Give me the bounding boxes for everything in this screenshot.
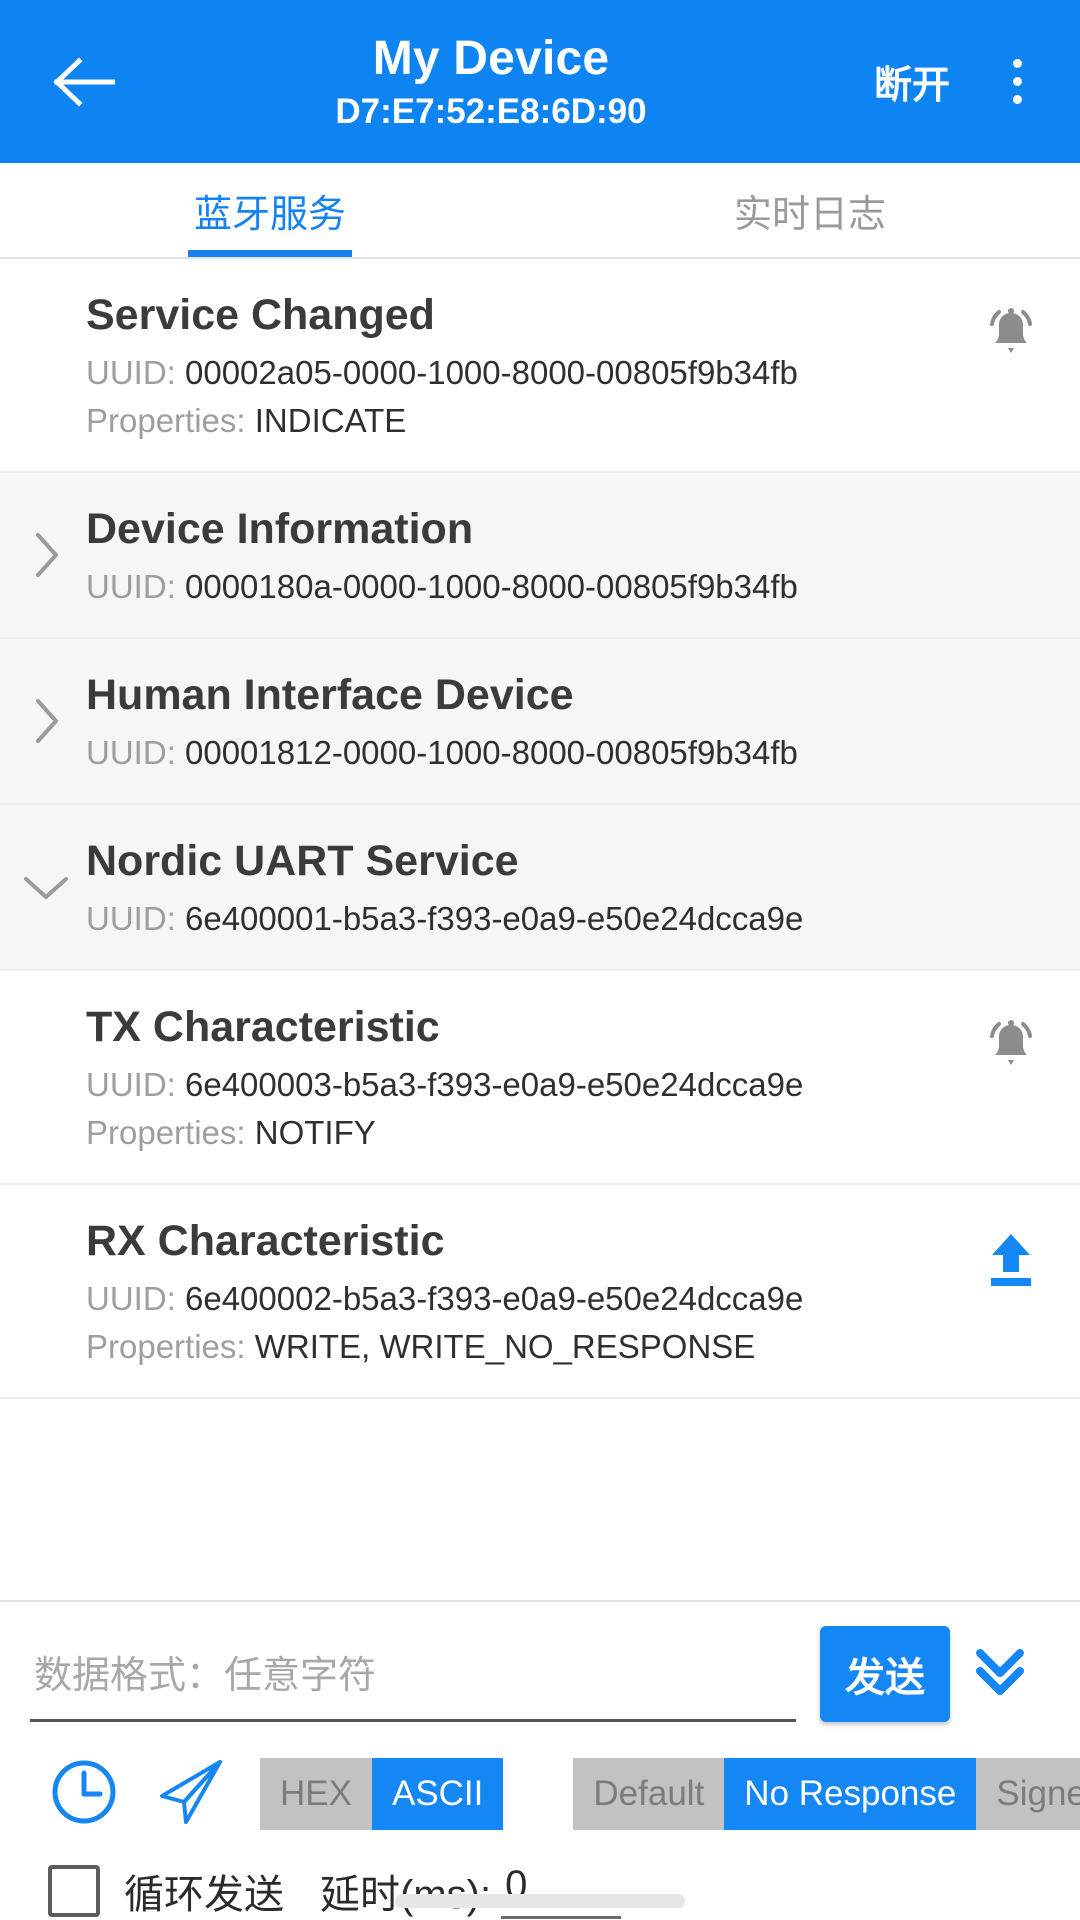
upload-icon	[982, 1230, 1040, 1295]
list-item[interactable]: RX Characteristic UUID: 6e400002-b5a3-f3…	[0, 1185, 1080, 1399]
chevron-right-icon	[22, 697, 70, 745]
write-mode-no-response[interactable]: No Response	[724, 1758, 977, 1830]
characteristic-properties: Properties: WRITE, WRITE_NO_RESPONSE	[86, 1328, 756, 1365]
notify-toggle-button[interactable]	[980, 305, 1042, 367]
list-item[interactable]: TX Characteristic UUID: 6e400003-b5a3-f3…	[0, 971, 1080, 1185]
arrow-left-icon	[53, 56, 115, 107]
input-row: 发送	[30, 1626, 1050, 1722]
notification-bell-icon	[981, 1016, 1041, 1081]
format-option-hex[interactable]: HEX	[260, 1758, 372, 1830]
list-item[interactable]: Human Interface Device UUID: 00001812-00…	[0, 639, 1080, 805]
page-title: My Device	[372, 31, 610, 85]
composer-toolbar: HEX ASCII Default No Response Signed	[30, 1722, 1080, 1838]
service-uuid: UUID: 00002a05-0000-1000-8000-00805f9b34…	[86, 354, 798, 391]
format-option-ascii[interactable]: ASCII	[371, 1758, 504, 1830]
characteristic-name: TX Characteristic	[86, 1003, 440, 1051]
data-input[interactable]	[30, 1626, 796, 1722]
clock-icon	[48, 1756, 120, 1833]
device-address: D7:E7:52:E8:6D:90	[335, 91, 647, 131]
overflow-menu-button[interactable]	[978, 34, 1056, 130]
service-list: Service Changed UUID: 00002a05-0000-1000…	[0, 259, 1080, 1600]
write-mode-signed[interactable]: Signed	[976, 1758, 1080, 1830]
service-uuid: UUID: 00001812-0000-1000-8000-00805f9b34…	[86, 734, 798, 771]
send-button[interactable]: 发送	[820, 1626, 950, 1722]
service-name: Nordic UART Service	[86, 837, 519, 885]
notification-bell-icon	[981, 304, 1041, 369]
write-mode-default[interactable]: Default	[573, 1758, 725, 1830]
loop-send-label: 循环发送	[124, 1873, 284, 1917]
tab-bluetooth-services[interactable]: 蓝牙服务	[0, 163, 540, 257]
expand-panel-button[interactable]	[950, 1626, 1050, 1722]
chevron-right-icon	[22, 531, 70, 579]
disconnect-button[interactable]: 断开	[860, 44, 964, 119]
delay-label: 延时(ms):	[320, 1862, 491, 1920]
delay-input[interactable]	[501, 1863, 622, 1919]
service-uuid: UUID: 6e400001-b5a3-f393-e0a9-e50e24dcca…	[86, 900, 804, 937]
service-name: Device Information	[86, 505, 474, 553]
format-toggle-group: HEX ASCII	[260, 1758, 504, 1830]
more-vertical-icon	[1012, 59, 1022, 104]
loop-send-checkbox[interactable]	[48, 1865, 100, 1917]
tab-bar: 蓝牙服务 实时日志	[0, 163, 1080, 259]
tab-realtime-log[interactable]: 实时日志	[540, 163, 1080, 257]
system-navigation-pill	[395, 1894, 685, 1908]
service-properties: Properties: INDICATE	[86, 402, 407, 439]
title-block: My Device D7:E7:52:E8:6D:90	[122, 30, 860, 134]
notify-toggle-button[interactable]	[980, 1017, 1042, 1079]
service-name: Human Interface Device	[86, 671, 574, 719]
chevron-down-icon	[22, 863, 70, 911]
app-bar: My Device D7:E7:52:E8:6D:90 断开	[0, 0, 1080, 163]
write-button[interactable]	[980, 1231, 1042, 1293]
service-uuid: UUID: 0000180a-0000-1000-8000-00805f9b34…	[86, 568, 798, 605]
write-mode-group: Default No Response Signed	[573, 1758, 1080, 1830]
list-item[interactable]: Device Information UUID: 0000180a-0000-1…	[0, 473, 1080, 639]
device-detail-screen: My Device D7:E7:52:E8:6D:90 断开 蓝牙服务 实时日志…	[0, 0, 1080, 1920]
back-button[interactable]	[36, 34, 132, 130]
service-name: Service Changed	[86, 291, 435, 339]
paper-plane-icon	[154, 1756, 230, 1833]
send-plane-button[interactable]	[138, 1750, 246, 1838]
list-item[interactable]: Nordic UART Service UUID: 6e400001-b5a3-…	[0, 805, 1080, 971]
characteristic-uuid: UUID: 6e400003-b5a3-f393-e0a9-e50e24dcca…	[86, 1066, 804, 1103]
composer-panel: 发送	[0, 1600, 1080, 1920]
characteristic-name: RX Characteristic	[86, 1217, 445, 1265]
history-button[interactable]	[30, 1750, 138, 1838]
double-chevron-down-icon	[970, 1641, 1030, 1708]
characteristic-properties: Properties: NOTIFY	[86, 1114, 376, 1151]
list-item[interactable]: Service Changed UUID: 00002a05-0000-1000…	[0, 259, 1080, 473]
characteristic-uuid: UUID: 6e400002-b5a3-f393-e0a9-e50e24dcca…	[86, 1280, 804, 1317]
